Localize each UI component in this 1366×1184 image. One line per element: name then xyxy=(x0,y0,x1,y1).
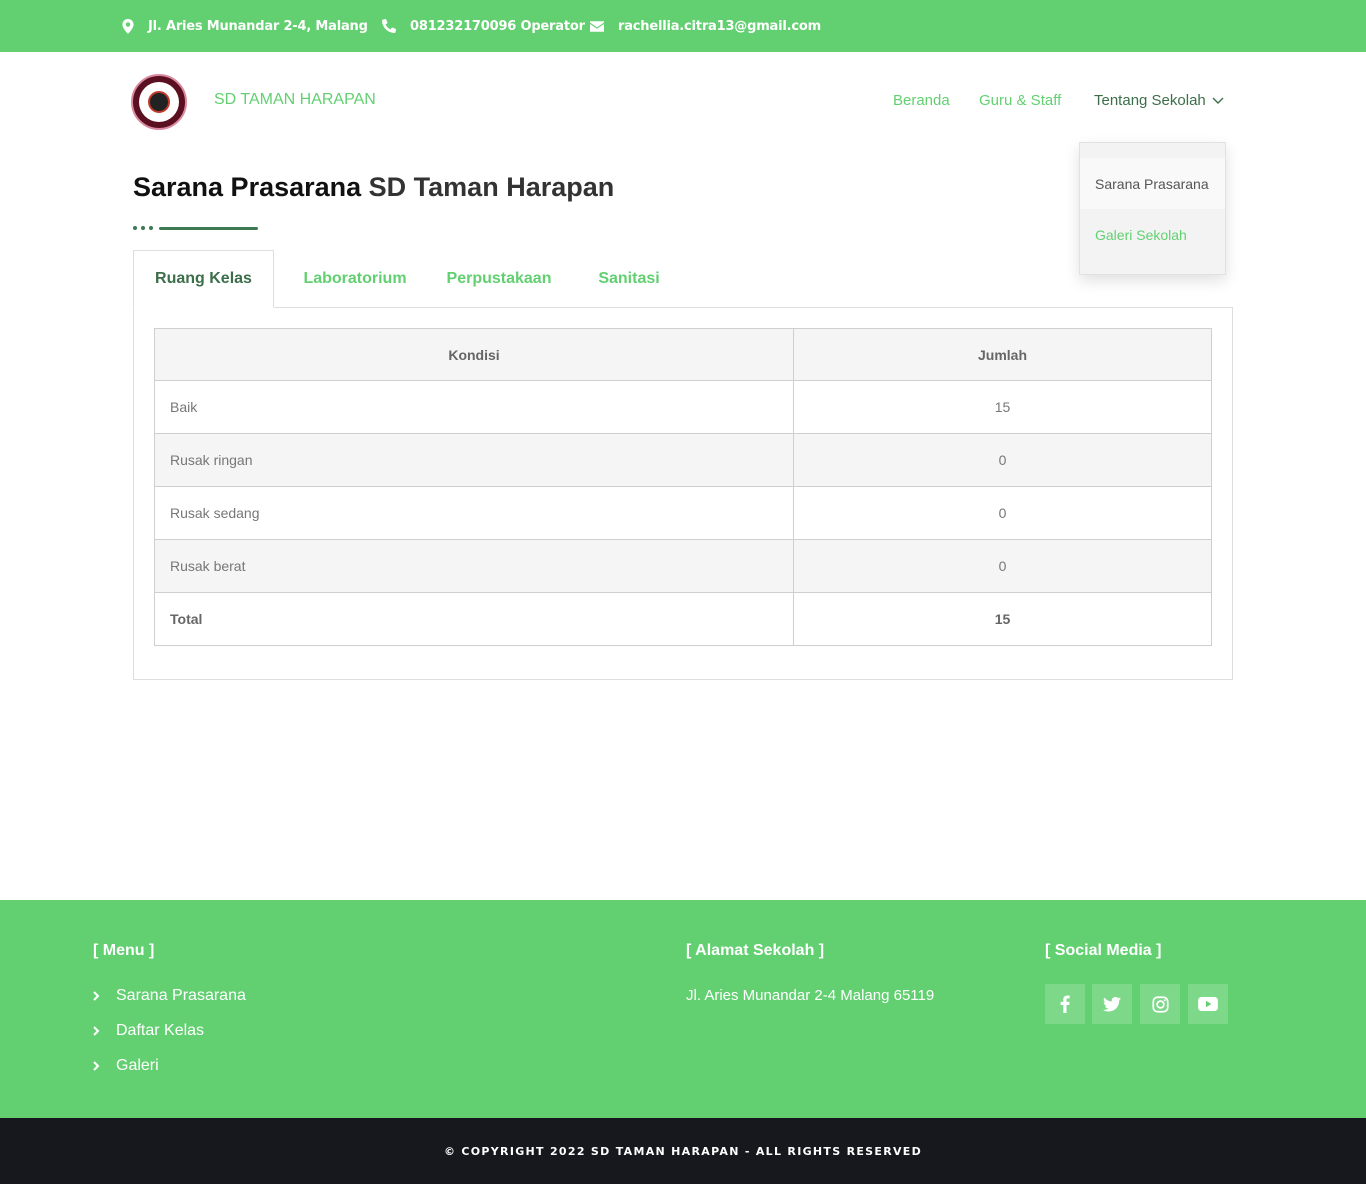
nav-beranda[interactable]: Beranda xyxy=(893,92,950,109)
youtube-button[interactable] xyxy=(1188,984,1228,1024)
table-row: Rusak berat 0 xyxy=(154,539,1212,593)
nav-guru-staff[interactable]: Guru & Staff xyxy=(979,92,1061,109)
copyright-text: © COPYRIGHT 2022 SD TAMAN HARAPAN - ALL … xyxy=(443,1144,923,1158)
page-title-bold: Sarana Prasarana xyxy=(133,172,362,202)
cell-jumlah: 15 xyxy=(793,380,1212,434)
email-text: rachellia.citra13@gmail.com xyxy=(618,18,821,34)
email-info: rachellia.citra13@gmail.com xyxy=(590,0,821,52)
chevron-right-icon xyxy=(93,991,100,1001)
copyright-bar: © COPYRIGHT 2022 SD TAMAN HARAPAN - ALL … xyxy=(0,1118,1366,1184)
address-text: Jl. Aries Munandar 2-4, Malang xyxy=(148,18,368,34)
table-row: Baik 15 xyxy=(154,380,1212,434)
school-logo[interactable] xyxy=(131,74,187,130)
footer: [ Menu ] Sarana Prasarana Daftar Kelas G… xyxy=(0,900,1366,1118)
logo-core xyxy=(148,91,170,113)
instagram-icon xyxy=(1151,995,1169,1013)
facebook-button[interactable] xyxy=(1045,984,1085,1024)
footer-link-label: Sarana Prasarana xyxy=(116,987,246,1004)
chevron-right-icon xyxy=(93,1061,100,1071)
facebook-icon xyxy=(1060,995,1070,1013)
footer-link-label: Galeri xyxy=(116,1057,159,1074)
table-row: Rusak sedang 0 xyxy=(154,486,1212,540)
cell-jumlah: 0 xyxy=(793,433,1212,487)
column-header-kondisi: Kondisi xyxy=(154,328,794,381)
twitter-icon xyxy=(1103,996,1121,1012)
title-underline xyxy=(133,226,258,230)
top-info-bar: Jl. Aries Munandar 2-4, Malang 081232170… xyxy=(0,0,1366,52)
phone-text: 081232170096 Operator xyxy=(410,18,585,34)
footer-link-sarana-prasarana[interactable]: Sarana Prasarana xyxy=(93,987,246,1005)
cell-kondisi: Rusak ringan xyxy=(154,433,794,487)
facility-tabs: Ruang Kelas Laboratorium Perpustakaan Sa… xyxy=(133,250,1233,308)
youtube-icon xyxy=(1198,997,1218,1011)
footer-menu-title: [ Menu ] xyxy=(93,942,155,959)
table-row-total: Total 15 xyxy=(154,592,1212,646)
footer-link-daftar-kelas[interactable]: Daftar Kelas xyxy=(93,1022,204,1040)
facility-table: Kondisi Jumlah Baik 15 Rusak ringan 0 Ru… xyxy=(154,328,1212,646)
page-title: Sarana Prasarana SD Taman Harapan xyxy=(133,172,614,203)
chevron-right-icon xyxy=(93,1026,100,1036)
logo-emblem xyxy=(139,82,179,122)
envelope-icon xyxy=(590,20,604,32)
nav-tentang-sekolah-label: Tentang Sekolah xyxy=(1094,92,1206,109)
tab-laboratorium[interactable]: Laboratorium xyxy=(300,250,410,308)
cell-jumlah: 0 xyxy=(793,539,1212,593)
phone-info: 081232170096 Operator xyxy=(382,0,585,52)
tab-ruang-kelas[interactable]: Ruang Kelas xyxy=(133,250,274,308)
page-title-rest: SD Taman Harapan xyxy=(361,172,615,202)
footer-social-title: [ Social Media ] xyxy=(1045,942,1162,959)
tab-perpustakaan[interactable]: Perpustakaan xyxy=(447,250,552,308)
cell-jumlah: 15 xyxy=(793,592,1212,646)
instagram-button[interactable] xyxy=(1140,984,1180,1024)
cell-kondisi: Baik xyxy=(154,380,794,434)
footer-link-label: Daftar Kelas xyxy=(116,1022,205,1039)
footer-address: Jl. Aries Munandar 2-4 Malang 65119 xyxy=(686,987,935,1004)
address-info: Jl. Aries Munandar 2-4, Malang xyxy=(122,0,368,52)
map-pin-icon xyxy=(122,18,134,34)
cell-kondisi: Rusak sedang xyxy=(154,486,794,540)
brand-name[interactable]: SD TAMAN HARAPAN xyxy=(214,91,376,109)
nav-tentang-sekolah[interactable]: Tentang Sekolah xyxy=(1094,92,1224,109)
cell-jumlah: 0 xyxy=(793,486,1212,540)
table-row: Rusak ringan 0 xyxy=(154,433,1212,487)
column-header-jumlah: Jumlah xyxy=(793,328,1212,381)
cell-kondisi: Rusak berat xyxy=(154,539,794,593)
phone-icon xyxy=(382,19,396,33)
table-header-row: Kondisi Jumlah xyxy=(154,328,1212,381)
footer-link-galeri[interactable]: Galeri xyxy=(93,1057,159,1075)
chevron-down-icon xyxy=(1212,97,1224,104)
twitter-button[interactable] xyxy=(1092,984,1132,1024)
cell-kondisi: Total xyxy=(154,592,794,646)
dropdown-item-sarana-prasarana[interactable]: Sarana Prasarana xyxy=(1080,158,1225,209)
footer-address-title: [ Alamat Sekolah ] xyxy=(686,942,825,959)
tab-sanitasi[interactable]: Sanitasi xyxy=(598,250,659,308)
